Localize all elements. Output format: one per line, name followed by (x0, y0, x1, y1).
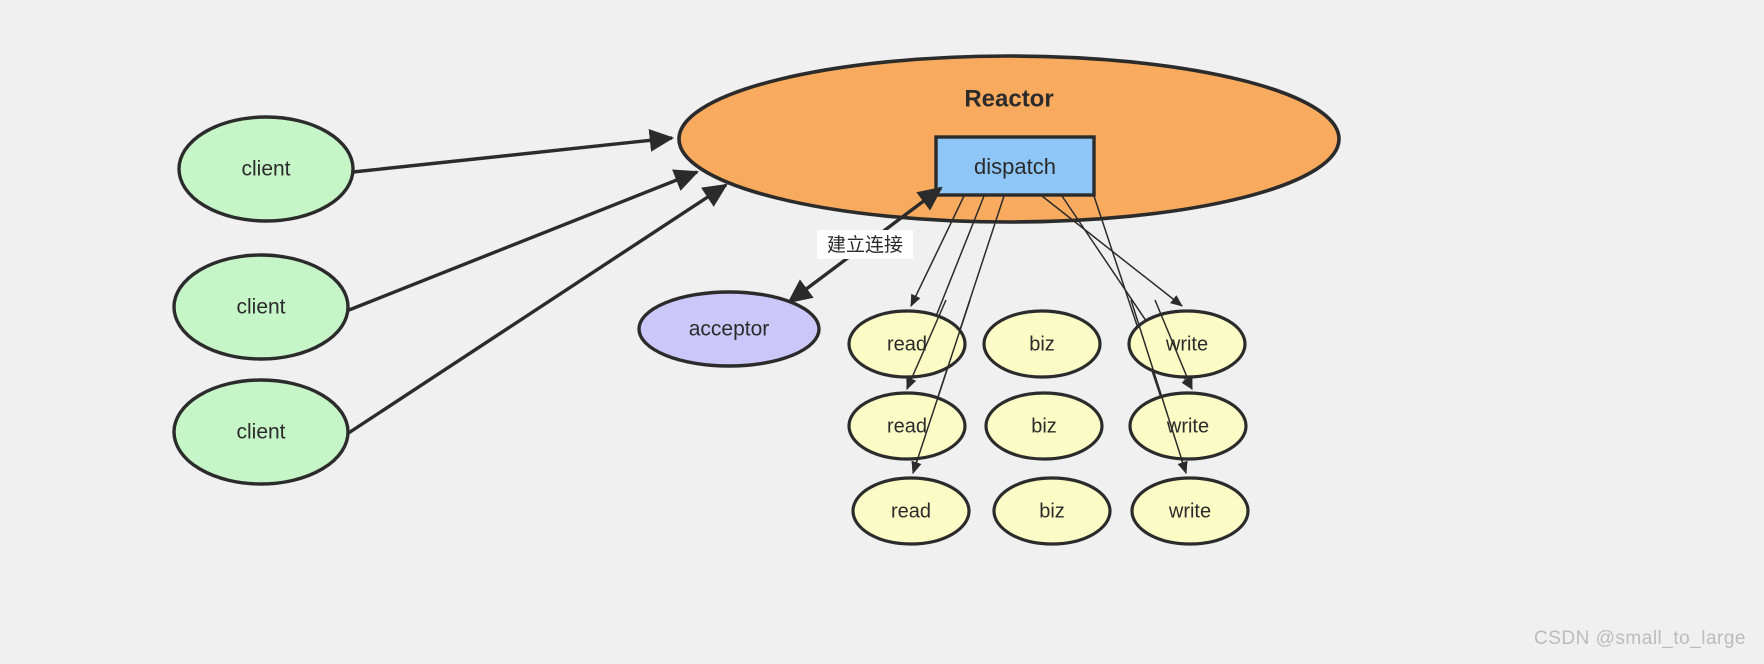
watermark: CSDN @small_to_large (1534, 628, 1746, 649)
write-1-label: write (1165, 333, 1208, 355)
reactor-diagram: Reactor dispatch 建立连接 client client clie… (172, 54, 1341, 546)
read-3-label: read (891, 500, 931, 522)
reactor-label: Reactor (964, 85, 1053, 112)
client-3-label: client (236, 421, 285, 444)
client-2-label: client (236, 296, 285, 319)
client-nodes: client client client (172, 115, 355, 486)
worker-node[interactable]: write (1128, 391, 1248, 461)
worker-node[interactable]: biz (984, 391, 1104, 461)
read-2-label: read (887, 415, 927, 437)
worker-node[interactable]: read (847, 391, 967, 461)
acceptor-label: acceptor (689, 318, 770, 341)
worker-node[interactable]: read (851, 476, 971, 546)
biz-2-label: biz (1031, 415, 1057, 437)
acceptor-node[interactable]: acceptor (637, 290, 821, 368)
worker-node[interactable]: biz (982, 309, 1102, 379)
biz-3-label: biz (1039, 500, 1065, 522)
worker-node[interactable]: biz (992, 476, 1112, 546)
worker-node[interactable]: write (1127, 309, 1247, 379)
client-1-label: client (241, 158, 290, 181)
worker-node[interactable]: write (1130, 476, 1250, 546)
edge-client1-reactor (352, 128, 675, 174)
write-2-label: write (1166, 415, 1209, 437)
client-node[interactable]: client (172, 253, 350, 361)
connection-label: 建立连接 (827, 234, 903, 256)
edge-client2-reactor (348, 169, 699, 312)
edges-client-to-reactor (346, 128, 728, 436)
read-1-label: read (887, 333, 927, 355)
worker-grid: read read read biz biz biz write write w… (847, 309, 1250, 546)
write-3-label: write (1168, 500, 1211, 522)
dispatch-label: dispatch (974, 154, 1056, 179)
biz-1-label: biz (1029, 333, 1055, 355)
diagram-canvas: Reactor dispatch 建立连接 client client clie… (0, 0, 1764, 664)
client-node[interactable]: client (172, 378, 350, 486)
client-node[interactable]: client (177, 115, 355, 223)
